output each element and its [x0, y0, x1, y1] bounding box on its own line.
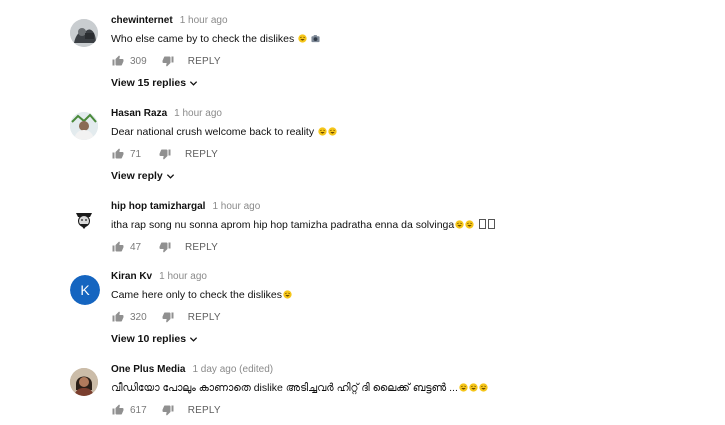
- avatar[interactable]: [70, 19, 98, 47]
- laughing-emoji-icon: [469, 383, 478, 392]
- comment-time[interactable]: 1 hour ago: [159, 271, 207, 282]
- comment-actions: 309 REPLY: [111, 54, 715, 68]
- comment-text: Dear national crush welcome back to real…: [111, 125, 715, 139]
- chevron-down-icon: [190, 336, 198, 342]
- reply-button[interactable]: REPLY: [188, 405, 221, 416]
- comment-time[interactable]: 1 day ago (edited): [192, 364, 273, 375]
- laughing-emoji-icon: [479, 383, 488, 392]
- thumbs-up-icon[interactable]: [111, 403, 125, 417]
- avatar[interactable]: [70, 368, 98, 396]
- comment-meta: Hasan Raza 1 hour ago: [111, 107, 715, 120]
- thumbs-up-icon[interactable]: [111, 54, 125, 68]
- comment-text: വീഡിയോ പോലും കാണാതെ dislike അടിച്ചവർ ഹിറ…: [111, 381, 715, 395]
- comment-text: Who else came by to check the dislikes: [111, 32, 715, 46]
- comment-author[interactable]: hip hop tamizhargal: [111, 201, 205, 212]
- comment-text-content: Dear national crush welcome back to real…: [111, 126, 315, 138]
- avatar[interactable]: [70, 205, 98, 233]
- view-replies-label: View reply: [111, 170, 163, 182]
- comment-meta: Kiran Kv 1 hour ago: [111, 270, 715, 283]
- view-replies-label: View 10 replies: [111, 333, 187, 345]
- like-count: 47: [130, 241, 142, 253]
- reply-button[interactable]: REPLY: [185, 242, 218, 253]
- like-count: 320: [130, 311, 147, 323]
- thumbs-down-icon[interactable]: [161, 403, 175, 417]
- thumbs-down-icon[interactable]: [158, 240, 172, 254]
- laughing-emoji-icon: [298, 34, 307, 43]
- comment-meta: chewinternet 1 hour ago: [111, 14, 715, 27]
- view-replies-toggle[interactable]: View reply: [111, 170, 175, 182]
- thumbs-up-icon[interactable]: [111, 147, 125, 161]
- laughing-emoji-icon: [328, 127, 337, 136]
- comment-text-content: Came here only to check the dislikes: [111, 289, 282, 301]
- comment-actions: 617 REPLY: [111, 403, 715, 417]
- thumbs-down-icon[interactable]: [161, 310, 175, 324]
- laughing-emoji-icon: [283, 290, 292, 299]
- laughing-emoji-icon: [459, 383, 468, 392]
- comment-text-content: വീഡിയോ പോലും കാണാതെ dislike അടിച്ചവർ ഹിറ…: [111, 382, 458, 394]
- laughing-emoji-icon: [455, 220, 464, 229]
- missing-glyph-icon: [479, 219, 487, 229]
- like-count: 309: [130, 55, 147, 67]
- comment-author[interactable]: Hasan Raza: [111, 108, 167, 119]
- comment-author[interactable]: One Plus Media: [111, 364, 185, 375]
- comment-text-content: Who else came by to check the dislikes: [111, 33, 295, 45]
- comment-actions: 320 REPLY: [111, 310, 715, 324]
- avatar[interactable]: [70, 112, 98, 140]
- like-count: 71: [130, 148, 142, 160]
- thumbs-down-icon[interactable]: [158, 147, 172, 161]
- thumbs-down-icon[interactable]: [161, 54, 175, 68]
- thumbs-up-icon[interactable]: [111, 310, 125, 324]
- reply-button[interactable]: REPLY: [185, 149, 218, 160]
- chevron-down-icon: [190, 80, 198, 86]
- like-count: 617: [130, 404, 147, 416]
- comment-time[interactable]: 1 hour ago: [212, 201, 260, 212]
- comment-time[interactable]: 1 hour ago: [180, 15, 228, 26]
- comment-meta: One Plus Media 1 day ago (edited): [111, 363, 715, 376]
- thumbs-up-icon[interactable]: [111, 240, 125, 254]
- view-replies-label: View 15 replies: [111, 77, 187, 89]
- comment-text-content: itha rap song nu sonna aprom hip hop tam…: [111, 219, 455, 231]
- comment-author[interactable]: chewinternet: [111, 15, 173, 26]
- laughing-emoji-icon: [318, 127, 327, 136]
- comment-actions: 47 REPLY: [111, 240, 715, 254]
- avatar-letter: K: [80, 282, 90, 298]
- avatar[interactable]: K: [70, 275, 100, 305]
- comment-text: itha rap song nu sonna aprom hip hop tam…: [111, 218, 715, 232]
- comment-text: Came here only to check the dislikes: [111, 288, 715, 302]
- laughing-emoji-icon: [465, 220, 474, 229]
- chevron-down-icon: [166, 173, 174, 179]
- reply-button[interactable]: REPLY: [188, 56, 221, 67]
- comment-actions: 71 REPLY: [111, 147, 715, 161]
- comment-author[interactable]: Kiran Kv: [111, 271, 152, 282]
- camera-emoji-icon: [311, 35, 320, 43]
- comment-time[interactable]: 1 hour ago: [174, 108, 222, 119]
- missing-glyph-icon: [488, 219, 496, 229]
- view-replies-toggle[interactable]: View 15 replies: [111, 77, 198, 89]
- comment-meta: hip hop tamizhargal 1 hour ago: [111, 200, 715, 213]
- view-replies-toggle[interactable]: View 10 replies: [111, 333, 198, 345]
- reply-button[interactable]: REPLY: [188, 312, 221, 323]
